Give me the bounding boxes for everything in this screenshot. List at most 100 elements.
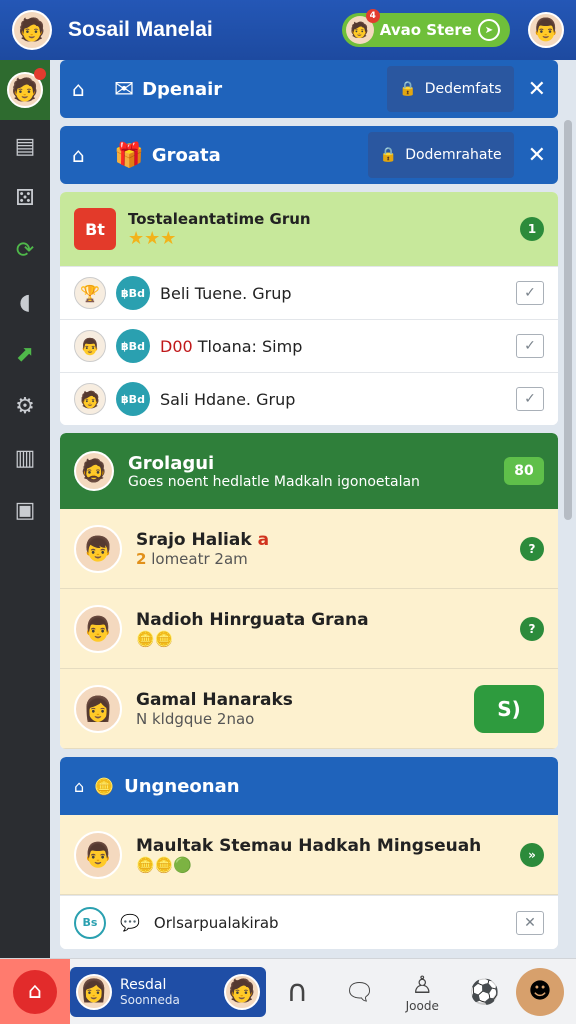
panel-header-second[interactable]: ⌂ 🎁 Groata 🔒 Dodemrahate ✕ bbox=[60, 126, 558, 184]
document-icon[interactable]: ▤ bbox=[0, 120, 50, 172]
contact-row[interactable]: 👨 Maultak Stemau Hadkah Mingseuah 🪙🪙🟢 » bbox=[60, 815, 558, 895]
printer-icon[interactable]: ▥ bbox=[0, 432, 50, 484]
action-button[interactable]: S) bbox=[474, 684, 544, 733]
user-pill[interactable]: 👩 Resdal Soonneda 🧑 bbox=[70, 966, 266, 1017]
row-label: Tloana: Simp bbox=[197, 336, 303, 356]
nav-item-chat[interactable]: 🗨 bbox=[329, 978, 392, 1006]
close-icon[interactable]: ✕ bbox=[528, 77, 546, 102]
menu-button[interactable]: ☻ bbox=[516, 967, 564, 1016]
group-name: Tostaleantatime Grun bbox=[128, 209, 311, 228]
group-action-button[interactable]: 1 bbox=[520, 217, 544, 241]
panel-chip[interactable]: 🔒 Dedemfats bbox=[387, 66, 514, 112]
home-icon: ⌂ bbox=[13, 969, 57, 1014]
settings-icon[interactable]: ⚙ bbox=[0, 380, 50, 432]
tag-badge: ฿Bd bbox=[116, 276, 150, 310]
nav-label: Joode bbox=[405, 998, 439, 1013]
contact-sub: N kldgque 2nao bbox=[136, 709, 255, 728]
panel-title: Dpenair bbox=[142, 78, 223, 100]
coin-icon: 🪙 bbox=[94, 776, 115, 796]
avatar: 🧑 bbox=[224, 973, 260, 1010]
nav-item-lock[interactable]: ⚽ bbox=[454, 978, 517, 1006]
group-box: Bt Tostaleantatime Grun ★★★ 1 🏆 ฿Bd Beli… bbox=[60, 192, 558, 425]
megaphone-icon[interactable]: ◖ bbox=[0, 276, 50, 328]
contact-extra: Hadkah Mingseuah bbox=[298, 835, 482, 856]
list-item[interactable]: 🧑 ฿Bd Sali Hdane. Grup ✓ bbox=[60, 372, 558, 425]
green-section: 🧔 Grolagui Goes noent hedlatle Madkaln i… bbox=[60, 433, 558, 749]
contact-sub: lomeatr 2am bbox=[151, 549, 248, 568]
home-icon[interactable]: ⌂ bbox=[72, 143, 102, 167]
store-pill-button[interactable]: 🧑 4 Avao Stere ➤ bbox=[341, 9, 510, 47]
green-section-header[interactable]: 🧔 Grolagui Goes noent hedlatle Madkaln i… bbox=[60, 433, 558, 509]
profile-avatar[interactable]: 👨 bbox=[528, 12, 564, 48]
list-item[interactable]: 🏆 ฿Bd Beli Tuene. Grup ✓ bbox=[60, 266, 558, 319]
action-button[interactable]: » bbox=[520, 842, 544, 867]
sidebar-item-active[interactable]: 🧑 bbox=[0, 60, 50, 120]
label-prefix: D00 bbox=[160, 336, 198, 356]
avatar: 👨 bbox=[74, 330, 106, 362]
group-header[interactable]: Bt Tostaleantatime Grun ★★★ 1 bbox=[60, 192, 558, 266]
cup-icon: 🏆 bbox=[74, 277, 106, 309]
contact-row[interactable]: 👨 Nadioh Hinrguata Grana 🪙🪙 ? bbox=[60, 589, 558, 669]
ball-icon: ⚽ bbox=[469, 977, 500, 1006]
checkbox[interactable]: ✓ bbox=[516, 387, 544, 411]
section-subtitle: Goes noent hedlatle Madkaln igonoetalan bbox=[128, 473, 420, 490]
blue-section-header[interactable]: ⌂ 🪙 Ungneonan bbox=[60, 757, 558, 815]
avatar: 👩 bbox=[76, 973, 112, 1010]
contact-extra: a bbox=[257, 529, 270, 550]
help-button[interactable]: ? bbox=[520, 616, 544, 641]
app-title: Sosail Manelai bbox=[68, 18, 213, 41]
row-label: Orlsarpualakirab bbox=[153, 913, 279, 932]
panel-icon[interactable]: ▣ bbox=[0, 484, 50, 536]
tag-badge: Bs bbox=[74, 906, 106, 939]
section-avatar: 🧔 bbox=[74, 451, 114, 491]
avatar: 👩 bbox=[74, 684, 122, 733]
checkbox[interactable]: ✓ bbox=[516, 281, 544, 305]
avatar: 🧑 bbox=[74, 383, 106, 415]
user-name: Resdal bbox=[120, 976, 167, 993]
user-sub: Soonneda bbox=[120, 992, 180, 1007]
go-icon: ➤ bbox=[478, 19, 500, 41]
contact-row[interactable]: 👦 Srajo Haliak a 2 lomeatr 2am ? bbox=[60, 509, 558, 589]
group-stars: ★★★ bbox=[128, 227, 177, 249]
count-badge[interactable]: 80 bbox=[504, 457, 544, 485]
avatar: 👨 bbox=[74, 830, 122, 879]
dice-icon[interactable]: ⚄ bbox=[0, 172, 50, 224]
checkbox[interactable]: ✓ bbox=[516, 334, 544, 358]
section-title: Grolagui bbox=[128, 452, 215, 474]
checkbox[interactable]: ✕ bbox=[516, 910, 544, 935]
home-icon[interactable]: ⌂ bbox=[74, 777, 84, 796]
tag-badge: ฿Bd bbox=[116, 382, 150, 416]
chip-label: Dedemfats bbox=[424, 81, 502, 97]
home-button[interactable]: ⌂ bbox=[0, 958, 70, 1024]
list-item[interactable]: Bs 💬 Orlsarpualakirab ✕ bbox=[60, 895, 558, 949]
section-title: Ungneonan bbox=[124, 775, 240, 797]
user-avatar[interactable]: 🧑 bbox=[12, 10, 52, 50]
help-button[interactable]: ? bbox=[520, 536, 544, 561]
sidebar-badge bbox=[34, 68, 46, 80]
close-icon[interactable]: ✕ bbox=[528, 143, 546, 168]
sidebar: 🧑 ▤ ⚄ ⟳ ◖ ⬈ ⚙ ▥ ▣ bbox=[0, 60, 50, 958]
lock-icon: 🔒 bbox=[399, 81, 417, 97]
row-label: Sali Hdane. Grup bbox=[160, 389, 296, 409]
pill-label: Avao Stere bbox=[379, 21, 472, 39]
contact-name: Srajo Haliak bbox=[136, 529, 252, 550]
contact-row[interactable]: 👩 Gamal Hanaraks N kldgque 2nao S) bbox=[60, 669, 558, 749]
scrollbar[interactable] bbox=[564, 120, 572, 520]
tag-badge: ฿Bd bbox=[116, 329, 150, 363]
panel-header-first[interactable]: ⌂ ✉ Dpenair 🔒 Dedemfats ✕ bbox=[60, 60, 558, 118]
contact-name: Nadioh Hinrguata bbox=[136, 609, 306, 630]
envelope-icon: ✉ bbox=[114, 75, 135, 103]
home-icon[interactable]: ⌂ bbox=[72, 77, 102, 101]
coin-icons: 🪙🪙 bbox=[136, 629, 174, 648]
nav-item-profile[interactable]: ♙ Joode bbox=[391, 971, 454, 1013]
arrow-icon[interactable]: ⬈ bbox=[0, 328, 50, 380]
refresh-icon[interactable]: ⟳ bbox=[0, 224, 50, 276]
contact-name: Maultak Stemau bbox=[136, 835, 293, 856]
list-item[interactable]: 👨 ฿Bd D00 Tloana: Simp ✓ bbox=[60, 319, 558, 372]
avatar: 👨 bbox=[74, 604, 122, 653]
main-content: ⌂ ✉ Dpenair 🔒 Dedemfats ✕ ⌂ 🎁 Groata 🔒 D… bbox=[60, 60, 558, 958]
coin-icons: 🪙🪙🟢 bbox=[136, 855, 193, 874]
top-bar: 🧑 Sosail Manelai 🧑 4 Avao Stere ➤ 👨 bbox=[0, 0, 576, 60]
panel-chip[interactable]: 🔒 Dodemrahate bbox=[367, 132, 514, 178]
nav-item-tab[interactable]: ∩ bbox=[266, 974, 329, 1009]
